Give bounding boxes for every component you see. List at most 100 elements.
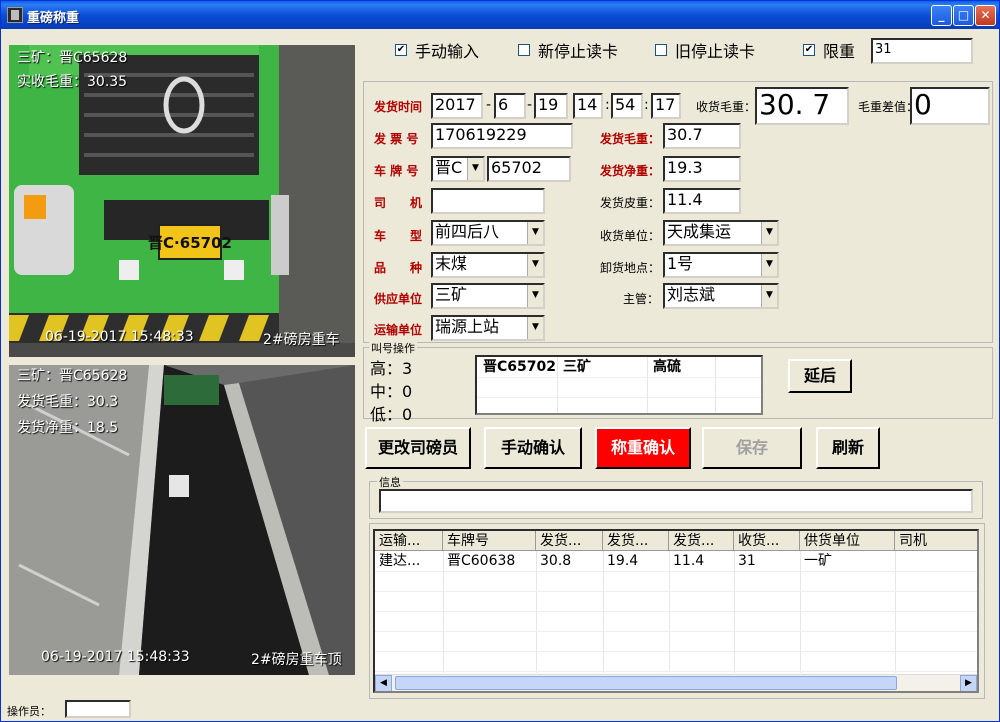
manual-input-checkbox[interactable]: ✔ 手动输入 (395, 39, 479, 61)
recv-gross-input[interactable]: 30. 7 (755, 87, 849, 125)
plate-number-input[interactable]: 65702 (487, 156, 571, 182)
unload-place-value: 1号 (667, 254, 694, 273)
maximize-button[interactable]: □ (953, 5, 974, 26)
ship-tare-input[interactable]: 11.4 (663, 188, 741, 214)
main-window: 重磅称重 _ □ ✕ 晋C·65702 三矿：晋C65628 实收毛重：30.3… (0, 0, 1000, 722)
table-cell (895, 552, 977, 570)
limit-weight-checkbox[interactable]: ✔ 限重 (803, 39, 855, 61)
table-header[interactable]: 司机 (895, 531, 977, 551)
table-header[interactable]: 运输... (375, 531, 443, 551)
queue-mine: 三矿 (563, 359, 591, 375)
grid-line (375, 591, 977, 592)
new-stop-card-checkbox[interactable]: 新停止读卡 (518, 39, 618, 61)
table-cell: 31 (738, 553, 756, 569)
supervisor-select[interactable]: 刘志斌 ▼ (663, 283, 779, 309)
refresh-button[interactable]: 刷新 (816, 427, 880, 469)
change-weigher-button[interactable]: 更改司磅员 (365, 427, 471, 469)
minimize-button[interactable]: _ (931, 5, 952, 26)
transport-value: 瑞源上站 (435, 317, 500, 336)
unload-place-label: 卸货地点： (600, 261, 661, 275)
limit-weight-input[interactable]: 31 (871, 38, 973, 64)
checkbox-unchecked-icon (655, 44, 667, 56)
plate-prefix-select[interactable]: 晋C ▼ (431, 156, 485, 182)
checkbox-checked-icon: ✔ (395, 44, 407, 56)
ship-gross-input[interactable]: 30.7 (663, 123, 741, 149)
call-queue-list[interactable]: 晋C65702 三矿 高硫 (475, 355, 763, 415)
ship-tare-label: 发货皮重： (600, 196, 661, 210)
dropdown-arrow-icon: ▼ (527, 254, 543, 276)
new-stop-card-label: 新停止读卡 (538, 42, 619, 61)
scroll-left-button[interactable]: ◀ (375, 675, 392, 691)
table-header[interactable]: 发货... (603, 531, 669, 551)
month-input[interactable]: 6 (494, 93, 526, 119)
gross-diff-input[interactable]: 0 (910, 87, 990, 125)
time-separator: : (644, 97, 649, 113)
window-title: 重磅称重 (27, 11, 80, 26)
weigh-confirm-button[interactable]: 称重确认 (595, 427, 691, 469)
recv-unit-value: 天成集运 (667, 222, 732, 241)
grid-line (647, 357, 648, 413)
app-icon (7, 7, 23, 23)
maximize-icon: □ (957, 8, 970, 22)
table-header[interactable]: 收货... (734, 531, 800, 551)
hour-input[interactable]: 14 (573, 93, 603, 119)
recv-unit-select[interactable]: 天成集运 ▼ (663, 220, 779, 246)
variety-select[interactable]: 末煤 ▼ (431, 252, 545, 278)
table-header[interactable]: 发货... (669, 531, 734, 551)
second-input[interactable]: 17 (651, 93, 681, 119)
unload-place-select[interactable]: 1号 ▼ (663, 252, 779, 278)
chevron-left-icon: ◀ (380, 678, 387, 688)
old-stop-card-checkbox[interactable]: 旧停止读卡 (655, 39, 755, 61)
supplier-value: 三矿 (435, 285, 468, 304)
minute-input[interactable]: 54 (611, 93, 643, 119)
table-header[interactable]: 发货... (536, 531, 603, 551)
queue-sulfur: 高硫 (653, 359, 681, 375)
camera-overlay-line2: 实收毛重：30.35 (17, 74, 128, 90)
close-button[interactable]: ✕ (975, 5, 996, 26)
manual-confirm-button[interactable]: 手动确认 (484, 427, 582, 469)
grid-line (603, 551, 604, 673)
transport-select[interactable]: 瑞源上站 ▼ (431, 315, 545, 341)
grid-line (800, 551, 801, 673)
grid-line (669, 551, 670, 673)
grid-line (375, 611, 977, 612)
invoice-input[interactable]: 170619229 (431, 123, 573, 149)
camera2-overlay-line1: 三矿：晋C65628 (17, 368, 128, 384)
grid-line (443, 551, 444, 673)
queue-plate: 晋C65702 (483, 359, 556, 375)
day-input[interactable]: 19 (534, 93, 568, 119)
delay-button[interactable]: 延后 (788, 359, 852, 393)
date-separator: - (486, 97, 492, 113)
driver-input[interactable] (431, 188, 545, 214)
table-header[interactable]: 车牌号 (443, 531, 536, 551)
ship-net-input[interactable]: 19.3 (663, 156, 741, 182)
call-mid-count: 中：0 (370, 382, 413, 401)
title-bar[interactable]: 重磅称重 _ □ ✕ (1, 1, 999, 29)
scroll-thumb[interactable] (395, 676, 897, 690)
call-high-count: 高：3 (370, 359, 413, 378)
grid-line (895, 551, 896, 673)
supplier-select[interactable]: 三矿 ▼ (431, 283, 545, 309)
camera-view-top: 三矿：晋C65628 发货毛重：30.3 发货净重：18.5 06-19-201… (9, 365, 355, 675)
horizontal-scrollbar[interactable]: ◀ ▶ (375, 674, 977, 691)
records-table[interactable]: 运输... 车牌号 发货... 发货... 发货... 收货... 供货单位 司… (373, 529, 979, 693)
date-separator: - (527, 97, 533, 113)
camera2-timestamp: 06-19-2017 15:48:33 (41, 649, 190, 665)
grid-line (715, 357, 716, 413)
grid-line (557, 357, 558, 413)
close-icon: ✕ (980, 8, 991, 22)
invoice-label: 发 票 号 (374, 132, 419, 146)
variety-value: 末煤 (435, 254, 468, 273)
grid-line (375, 571, 977, 572)
table-cell: 建达... (379, 553, 421, 569)
save-button[interactable]: 保存 (702, 427, 802, 469)
dropdown-arrow-icon: ▼ (761, 254, 777, 276)
plate-prefix-value: 晋C (435, 158, 463, 177)
camera-location: 2#磅房重车 (263, 332, 340, 348)
vehicle-type-select[interactable]: 前四后八 ▼ (431, 220, 545, 246)
year-input[interactable]: 2017 (431, 93, 483, 119)
info-input[interactable] (379, 489, 973, 513)
camera-view-front: 晋C·65702 三矿：晋C65628 实收毛重：30.35 06-19-201… (9, 45, 355, 357)
scroll-right-button[interactable]: ▶ (960, 675, 977, 691)
table-header[interactable]: 供货单位 (800, 531, 895, 551)
